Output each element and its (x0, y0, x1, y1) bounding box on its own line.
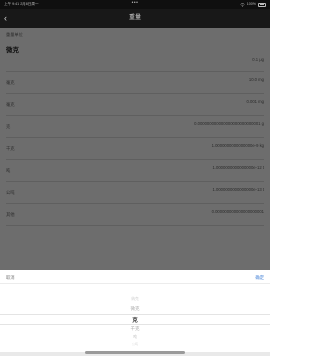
row-value: 1.0000000000000000e-12 t (212, 165, 264, 170)
row-value: 0.001 mg (246, 99, 264, 104)
conversion-row: 克 0.000000000000000000000000001 g (6, 116, 264, 138)
home-indicator[interactable] (85, 351, 185, 354)
row-value: 0.1 μg (252, 57, 264, 62)
row-label: 毫克 (6, 80, 15, 85)
unit-header-label: 重量单位 (6, 32, 23, 37)
conversion-row: 毫克 0.001 mg (6, 94, 264, 116)
conversion-row: 毫克 10.0 mg (6, 72, 264, 94)
picker-option-selected[interactable]: 克 (0, 316, 270, 324)
status-indicators: 100% (240, 0, 266, 9)
cancel-button[interactable]: 取消 (6, 275, 15, 281)
multitasking-dots[interactable]: ••• (0, 0, 270, 8)
picker-toolbar: 取消 确定 (0, 270, 270, 284)
unit-picker[interactable]: 纳克 微克 克 千克 吨 公吨 (0, 284, 270, 352)
conversion-row: 千克 1.0000000000000000e-9 kg (6, 138, 264, 160)
row-label: 其他 (6, 212, 15, 217)
picker-option[interactable]: 纳克 (0, 297, 270, 302)
row-value: 0.000000000000000000000000001 g (194, 121, 264, 126)
picker-option[interactable]: 公吨 (0, 342, 270, 346)
row-label: 千克 (6, 146, 15, 151)
row-value: 1.0000000000000000e-9 kg (211, 143, 264, 148)
row-value: 1.0000000000000000e-13 t (212, 187, 264, 192)
row-label: 吨 (6, 168, 11, 173)
battery-icon (258, 2, 266, 7)
conversion-list-inner: 重量单位 微克 0.1 μg 毫克 10.0 mg 毫克 0.001 mg 克 … (0, 28, 270, 270)
row-label: 毫克 (6, 102, 15, 107)
page-title: 重量 (128, 15, 141, 21)
picker-option[interactable]: 吨 (0, 335, 270, 340)
picker-selection-bottom-line (0, 324, 270, 325)
unit-picker-sheet: 取消 确定 纳克 微克 克 千克 吨 公吨 (0, 270, 270, 352)
conversion-row: 公吨 1.0000000000000000e-13 t (6, 182, 264, 204)
picker-option[interactable]: 微克 (0, 306, 270, 312)
conversion-row: 吨 1.0000000000000000e-12 t (6, 160, 264, 182)
confirm-button[interactable]: 确定 (255, 275, 264, 281)
app-screen: 上午 9:41 2月8日周一 ••• 100% ‹ 重量 重量单位 微克 0.1… (0, 0, 270, 356)
navigation-bar: ‹ 重量 (0, 9, 270, 28)
row-label: 克 (6, 124, 11, 129)
conversion-list: 重量单位 微克 0.1 μg 毫克 10.0 mg 毫克 0.001 mg 克 … (0, 28, 270, 270)
picker-selection-top-line (0, 314, 270, 315)
row-value: 10.0 mg (248, 77, 264, 82)
conversion-row: 其他 0.000000000000000000001 (6, 204, 264, 226)
picker-option[interactable]: 千克 (0, 326, 270, 332)
conversion-row: 0.1 μg (6, 50, 264, 72)
status-bar: 上午 9:41 2月8日周一 ••• 100% (0, 0, 270, 9)
battery-percent: 100% (246, 2, 256, 6)
wifi-icon (240, 2, 245, 7)
row-value: 0.000000000000000000001 (211, 209, 264, 214)
row-label: 公吨 (6, 190, 15, 195)
